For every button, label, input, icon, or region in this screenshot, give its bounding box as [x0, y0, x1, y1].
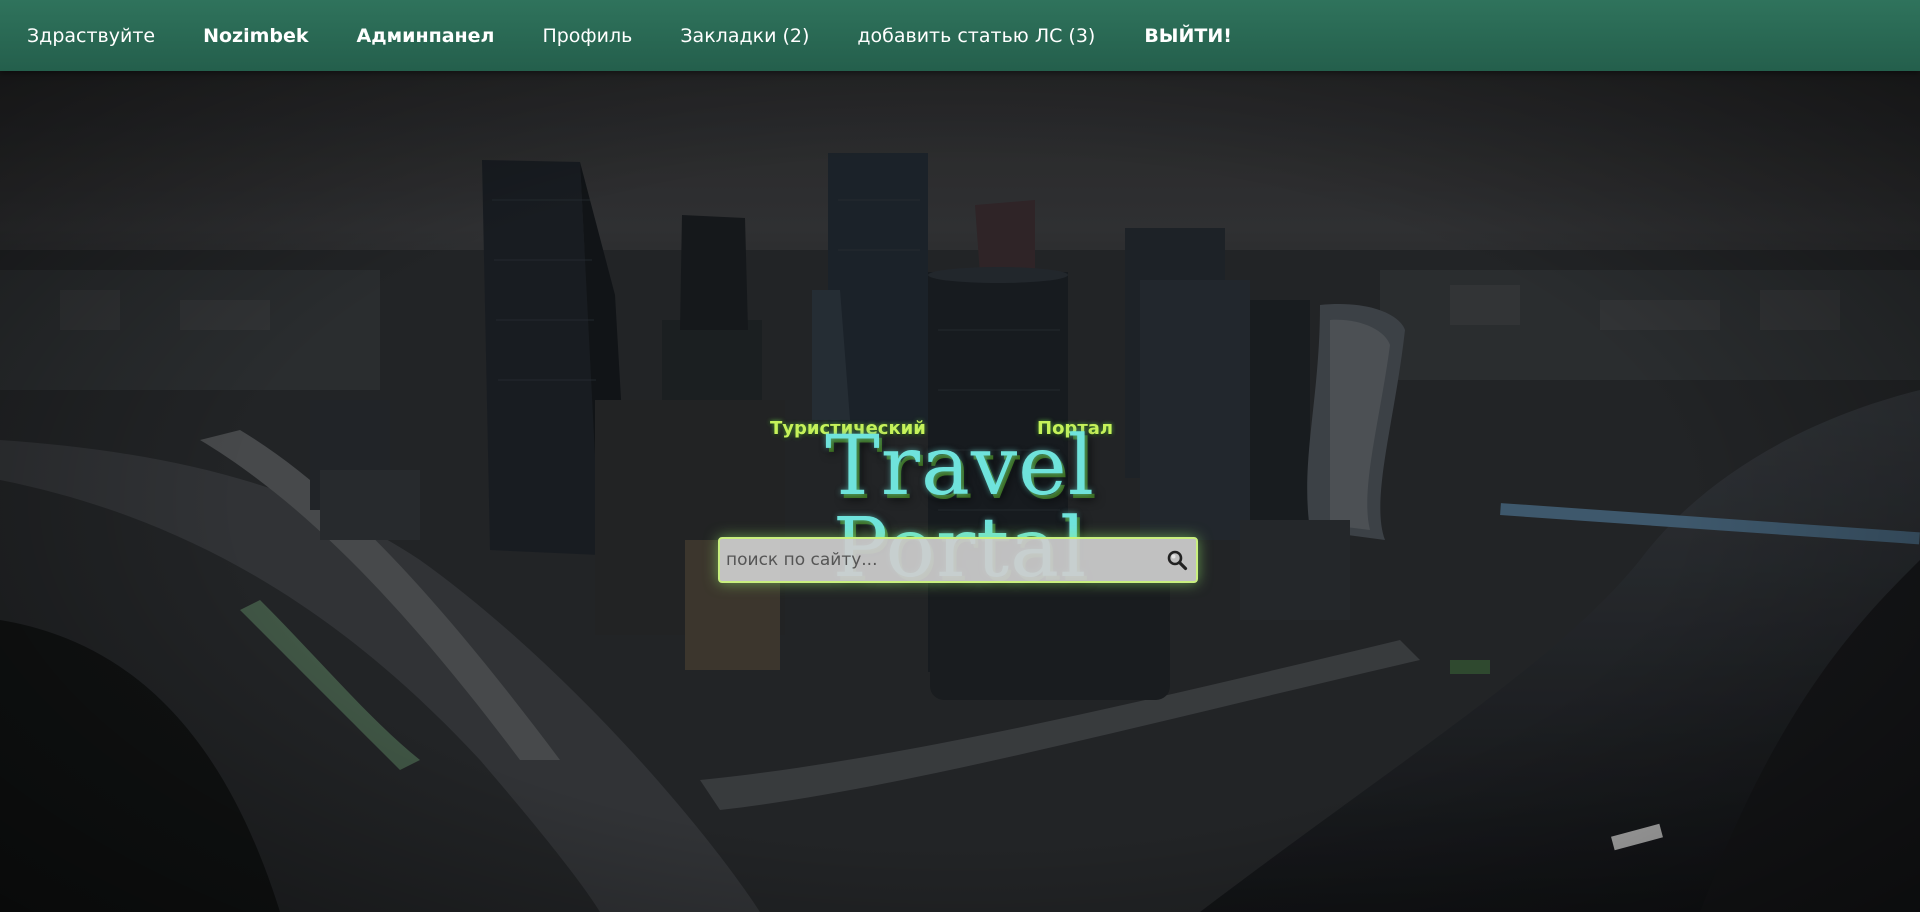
search-input[interactable] [720, 539, 1150, 581]
search-button[interactable] [1162, 545, 1192, 575]
search-icon [1167, 550, 1188, 571]
nav-add-article-link[interactable]: добавить статью ЛС (3) [857, 25, 1095, 47]
search-box [718, 537, 1198, 583]
nav-username-link[interactable]: Nozimbek [203, 25, 308, 47]
logout-button[interactable]: ВЫЙТИ! [1144, 25, 1232, 47]
nav-greeting: Здраствуйте [27, 24, 156, 47]
top-navbar: Здраствуйте Nozimbek Админпанел Профиль … [0, 0, 1920, 71]
nav-admin-panel-link[interactable]: Админпанел [357, 25, 495, 47]
nav-profile-link[interactable]: Профиль [542, 25, 632, 47]
nav-bookmarks-link[interactable]: Закладки (2) [680, 25, 809, 47]
site-logo: Туристический Портал Travel Portal [690, 418, 1230, 590]
